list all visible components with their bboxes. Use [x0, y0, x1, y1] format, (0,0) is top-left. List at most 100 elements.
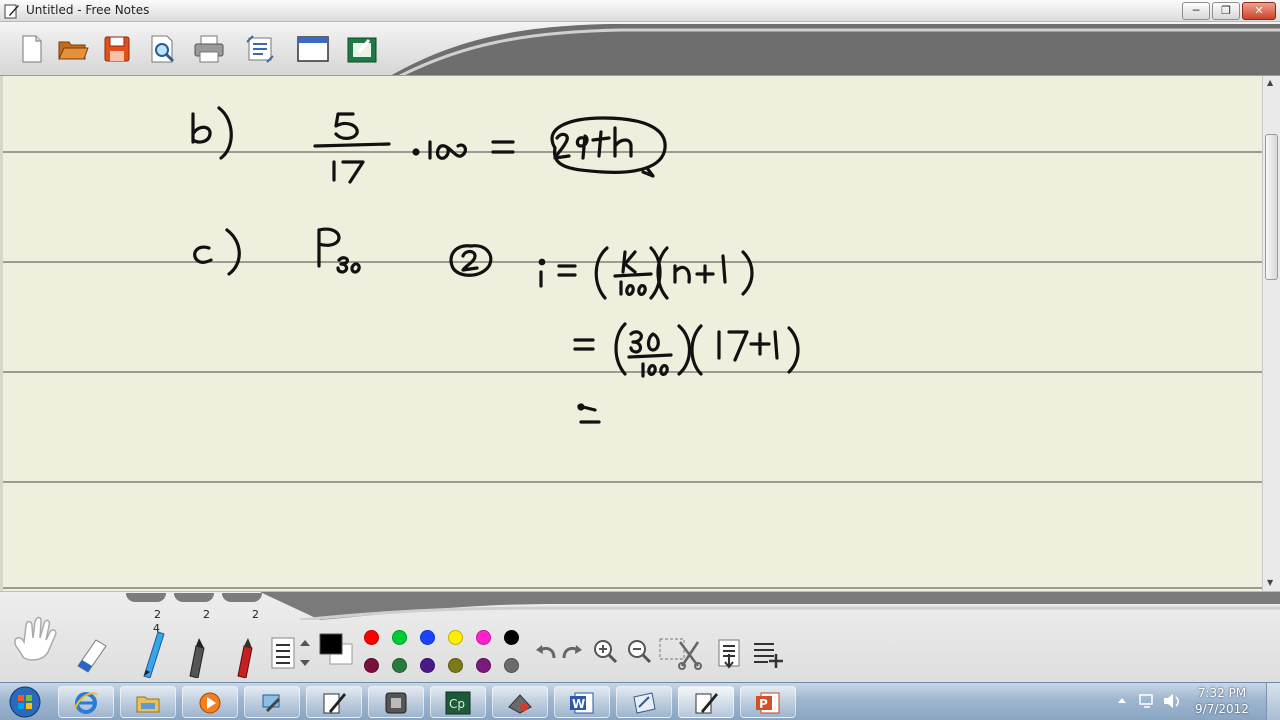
title-bar: Untitled - Free Notes ─ ❐ ✕ — [0, 0, 1280, 22]
pen-size-tab[interactable] — [222, 593, 262, 602]
taskbar-word[interactable]: W — [554, 686, 610, 718]
window-title: Untitled - Free Notes — [26, 3, 150, 17]
line-style-icon[interactable] — [270, 636, 316, 670]
color-swatch[interactable] — [504, 658, 519, 673]
handwritten-equals-next — [577, 403, 601, 424]
free-notes-window: Untitled - Free Notes ─ ❐ ✕ ▲ ▼ 2 4 2 2 … — [0, 0, 1280, 720]
volume-icon[interactable] — [1164, 694, 1179, 708]
start-orb-icon[interactable] — [6, 685, 44, 719]
redo-icon[interactable] — [562, 644, 584, 662]
vertical-scrollbar[interactable]: ▲ ▼ — [1262, 76, 1280, 591]
taskbar-free-notes-active[interactable] — [678, 686, 734, 718]
screen-capture-icon[interactable] — [296, 32, 330, 66]
pen-size-tab[interactable] — [174, 593, 214, 602]
pen-size-label: 2 — [154, 608, 161, 621]
svg-text:W: W — [572, 697, 585, 711]
scroll-down-arrow-icon[interactable]: ▼ — [1267, 578, 1273, 587]
handwritten-label-c — [193, 228, 241, 276]
eraser-icon[interactable] — [72, 632, 110, 676]
current-color-swatch-icon[interactable] — [318, 632, 354, 666]
highlighter-icon[interactable] — [230, 636, 260, 678]
color-swatch[interactable] — [448, 630, 463, 645]
powerpoint-icon: P — [756, 692, 780, 714]
app-pen-icon — [4, 4, 19, 19]
print-preview-icon[interactable] — [145, 32, 179, 66]
taskbar-media-center[interactable] — [368, 686, 424, 718]
handwritten-percentile-p30 — [317, 227, 361, 274]
handwritten-step-marker-2 — [449, 244, 493, 277]
handwritten-index-formula — [538, 246, 754, 300]
open-folder-icon[interactable] — [56, 32, 90, 66]
clock-time[interactable]: 7:32 PM — [1190, 686, 1254, 700]
color-swatch[interactable] — [392, 630, 407, 645]
add-page-icon[interactable] — [750, 636, 784, 670]
handwritten-circled-answer — [550, 116, 667, 178]
color-swatch[interactable] — [392, 658, 407, 673]
handwritten-fraction-5-17 — [313, 112, 391, 184]
taskbar-network-tool[interactable] — [244, 686, 300, 718]
handwritten-substitution — [573, 322, 800, 378]
paste-icon[interactable] — [716, 636, 742, 670]
color-swatch[interactable] — [504, 630, 519, 645]
color-swatch[interactable] — [420, 658, 435, 673]
minimize-button[interactable]: ─ — [1182, 2, 1210, 20]
toolbar-swoosh-decoration — [391, 24, 1280, 75]
taskbar-file-explorer[interactable] — [120, 686, 176, 718]
pen-size-label: 2 — [203, 608, 210, 621]
taskbar-captivate[interactable]: Cp — [430, 686, 486, 718]
scrollbar-thumb[interactable] — [1265, 134, 1278, 280]
color-swatch[interactable] — [448, 658, 463, 673]
color-swatch[interactable] — [476, 658, 491, 673]
show-desktop-button[interactable] — [1266, 683, 1280, 720]
hand-pan-icon[interactable] — [8, 616, 62, 664]
media-center-icon — [385, 692, 407, 714]
note-canvas[interactable] — [0, 76, 1262, 591]
page-settings-icon[interactable] — [243, 32, 277, 66]
save-icon[interactable] — [100, 32, 134, 66]
taskbar-internet-explorer[interactable] — [58, 686, 114, 718]
maximize-button[interactable]: ❐ — [1212, 2, 1240, 20]
palette-swoosh-decoration — [260, 592, 1280, 620]
select-cut-icon[interactable] — [658, 636, 704, 670]
zoom-out-icon[interactable] — [626, 638, 652, 664]
main-toolbar — [0, 22, 1280, 76]
free-notes-active-icon — [695, 693, 718, 714]
media-player-icon — [199, 692, 221, 714]
svg-text:P: P — [759, 697, 768, 711]
blue-pen-icon[interactable] — [134, 626, 168, 678]
draw-app-icon — [508, 694, 532, 714]
tool-palette: 2 4 2 2 — [0, 591, 1280, 682]
new-page-icon[interactable] — [14, 32, 48, 66]
undo-icon[interactable] — [534, 644, 556, 662]
network-icon[interactable] — [1139, 694, 1153, 708]
windows-taskbar: Cp W P 7:32 PM 9/7/2012 — [0, 682, 1280, 720]
clock-date[interactable]: 9/7/2012 — [1190, 702, 1254, 716]
show-hidden-icons-icon[interactable] — [1118, 698, 1126, 703]
color-swatch[interactable] — [476, 630, 491, 645]
pen-size-tab[interactable] — [126, 593, 166, 602]
svg-text:Cp: Cp — [449, 697, 465, 711]
close-button[interactable]: ✕ — [1242, 2, 1276, 20]
pen-size-label: 2 — [252, 608, 259, 621]
taskbar-draw-app[interactable] — [492, 686, 548, 718]
taskbar-media-player[interactable] — [182, 686, 238, 718]
color-swatch[interactable] — [364, 630, 379, 645]
taskbar-powerpoint[interactable]: P — [740, 686, 796, 718]
export-image-icon[interactable] — [345, 32, 379, 66]
scroll-up-arrow-icon[interactable]: ▲ — [1267, 78, 1273, 87]
word-icon: W — [570, 692, 594, 714]
handwritten-times-100 — [412, 140, 515, 160]
presentation-board-icon — [633, 692, 656, 714]
taskbar-presentation-board[interactable] — [616, 686, 672, 718]
free-notes-pen-icon — [323, 693, 346, 714]
handwriting-layer — [3, 106, 1262, 589]
marker-icon[interactable] — [182, 636, 212, 678]
color-swatch[interactable] — [364, 658, 379, 673]
taskbar-free-notes[interactable] — [306, 686, 362, 718]
handwritten-label-b — [191, 106, 233, 160]
printer-icon[interactable] — [192, 32, 226, 66]
color-swatch[interactable] — [420, 630, 435, 645]
internet-explorer-icon — [74, 692, 98, 714]
captivate-icon: Cp — [445, 691, 471, 715]
zoom-in-icon[interactable] — [592, 638, 618, 664]
